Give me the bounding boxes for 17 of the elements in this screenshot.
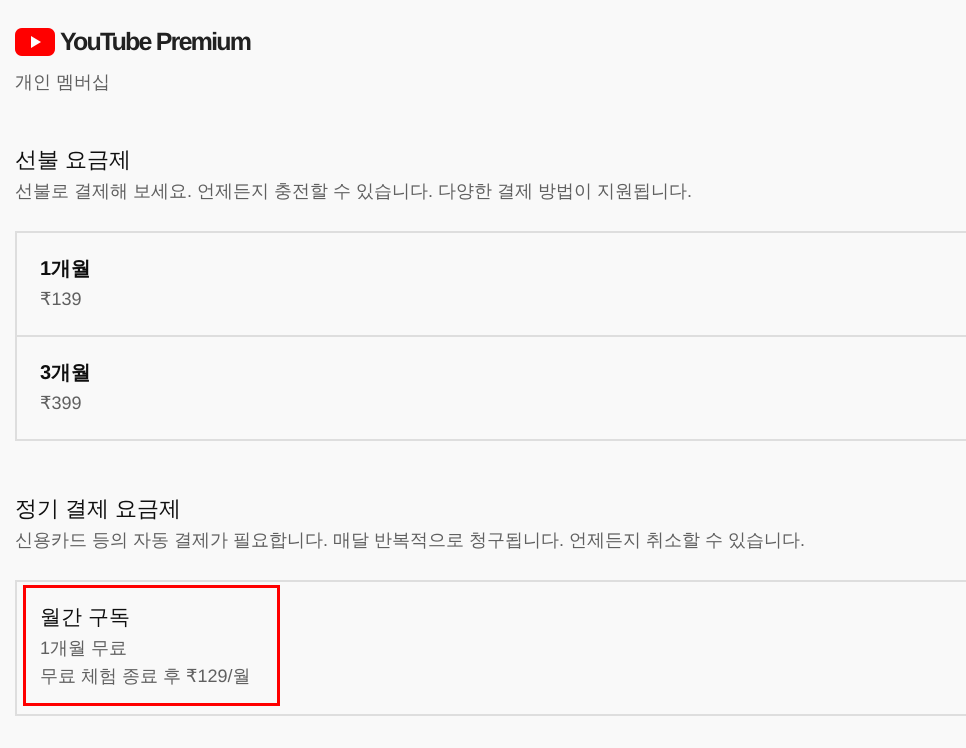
plan-detail: ₹399 xyxy=(40,392,82,415)
section-title: 선불 요금제 xyxy=(15,146,132,174)
plan-name: 1개월 xyxy=(40,257,92,282)
play-button-icon xyxy=(15,28,55,56)
section-title: 정기 결제 요금제 xyxy=(15,495,182,523)
plan-option[interactable]: 월간 구독 1개월 무료 무료 체험 종료 후 ₹129/월 xyxy=(23,585,280,706)
plan-detail: ₹139 xyxy=(40,288,82,311)
plan-name: 월간 구독 xyxy=(40,605,131,631)
product-title: YouTube Premium xyxy=(60,28,250,56)
membership-label: 개인 멤버십 xyxy=(15,71,112,94)
section-description: 선불로 결제해 보세요. 언제든지 충전할 수 있습니다. 다양한 결제 방법이 지원됩니다. xyxy=(15,180,694,203)
plan-option[interactable]: 3개월 ₹399 xyxy=(23,343,120,429)
plan-detail: 1개월 무료 xyxy=(40,637,128,660)
plan-detail: 무료 체험 종료 후 ₹129/월 xyxy=(40,665,250,688)
section-description: 신용카드 등의 자동 결제가 필요합니다. 매달 반복적으로 청구됩니다. 언제든지 취소할 수 있습니다. xyxy=(15,529,806,552)
plan-name: 3개월 xyxy=(40,361,92,386)
plan-option[interactable]: 1개월 ₹139 xyxy=(23,239,120,325)
